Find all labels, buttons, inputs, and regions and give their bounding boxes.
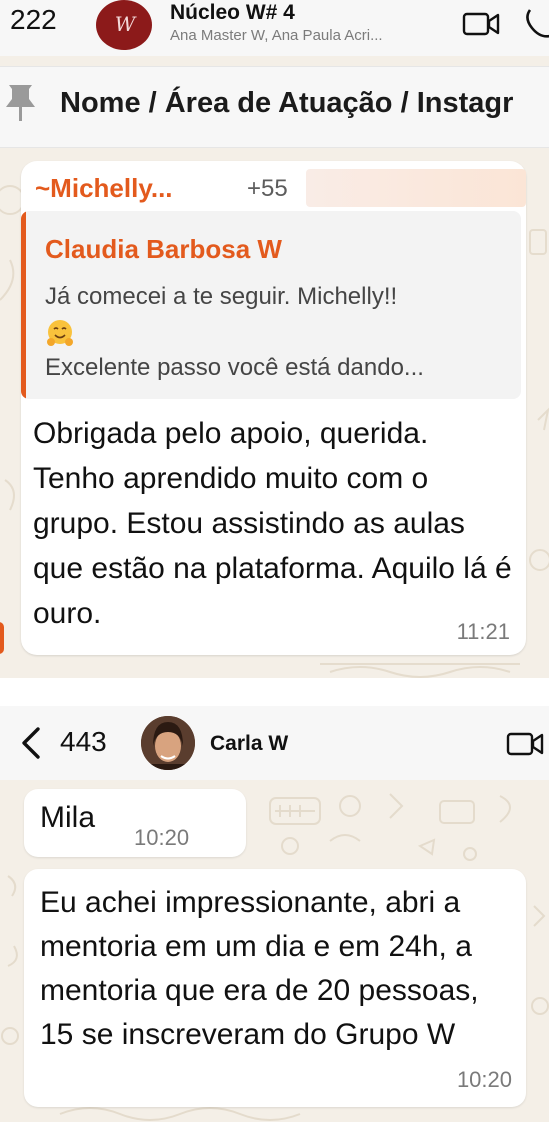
message-time: 11:21	[456, 619, 510, 644]
pinned-message-bar[interactable]: Nome / Área de Atuação / Instagr	[0, 66, 549, 148]
contact-name[interactable]: Carla W	[210, 732, 288, 756]
redacted-phone	[306, 169, 526, 207]
pin-icon	[6, 85, 35, 121]
group-name[interactable]: Núcleo W# 4	[170, 1, 295, 25]
adjacent-message-edge	[0, 622, 4, 654]
message-text: Mila	[40, 801, 96, 834]
direct-chat-screenshot: 443 Carla W Mila 10:20 Eu achei impressi…	[0, 706, 549, 1122]
chat-header: 443 Carla W	[0, 706, 549, 780]
group-members[interactable]: Ana Master W, Ana Paula Acri...	[170, 27, 455, 44]
message-text: Obrigada pelo apoio, querida. Tenho apre…	[33, 417, 512, 630]
quoted-author: Claudia Barbosa W	[45, 234, 282, 264]
group-chat-screenshot: 222 W Núcleo W# 4 Ana Master W, Ana Paul…	[0, 0, 549, 678]
video-call-icon[interactable]	[506, 731, 544, 757]
back-chevron-icon[interactable]	[18, 726, 44, 760]
chat-header: 222 W Núcleo W# 4 Ana Master W, Ana Paul…	[0, 0, 549, 56]
quoted-text-line1: Já comecei a te seguir. Michelly!!	[45, 283, 398, 310]
back-unread-count[interactable]: 443	[60, 726, 107, 758]
quote-accent-bar	[21, 211, 26, 399]
contact-avatar[interactable]	[141, 716, 195, 770]
pinned-message-text: Nome / Área de Atuação / Instagr	[60, 87, 514, 119]
group-avatar[interactable]: W	[96, 0, 152, 50]
message-time: 10:20	[456, 1067, 512, 1092]
message-bubble[interactable]: Mila 10:20	[24, 789, 246, 857]
group-avatar-logo: W	[114, 12, 136, 36]
message-bubble[interactable]: ~Michelly... +55 Claudia Barbosa W Já co…	[21, 161, 526, 655]
phone-call-icon[interactable]	[522, 6, 549, 40]
quoted-text-line2: Excelente passo você está dando...	[45, 354, 424, 381]
message-time: 10:20	[134, 825, 190, 850]
back-unread-count[interactable]: 222	[10, 4, 57, 36]
sender-name[interactable]: ~Michelly...	[35, 173, 173, 204]
video-call-icon[interactable]	[462, 11, 500, 37]
hugging-face-emoji-icon	[47, 320, 73, 346]
message-text: Eu achei impressionante, abri a mentoria…	[40, 886, 479, 1051]
sender-phone: +55	[247, 175, 288, 202]
message-bubble[interactable]: Eu achei impressionante, abri a mentoria…	[24, 869, 526, 1107]
quoted-reply[interactable]: Claudia Barbosa W Já comecei a te seguir…	[21, 211, 521, 399]
contact-photo	[141, 716, 195, 770]
